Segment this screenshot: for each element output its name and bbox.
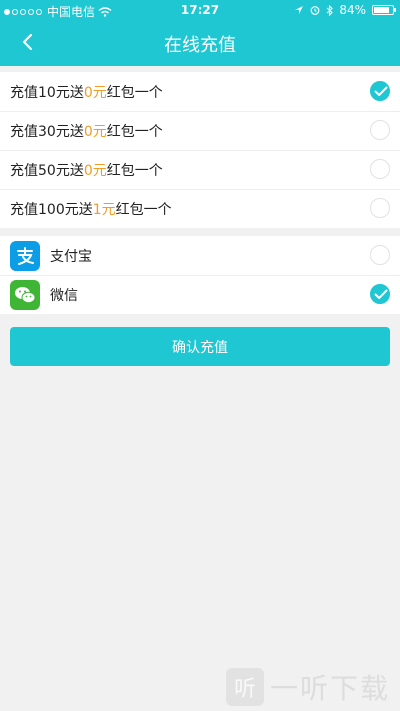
top-bar: 中国电信 17:27 84% 在线充值 <box>0 0 400 66</box>
recharge-option-10[interactable]: 充值10元送 0元 红包一个 <box>0 72 400 111</box>
option-text-post: 红包一个 <box>115 201 172 218</box>
option-text-post: 红包一个 <box>106 162 163 179</box>
status-bar: 中国电信 17:27 84% <box>0 0 400 20</box>
option-text-post: 红包一个 <box>106 84 163 101</box>
nav-bar: 在线充值 <box>0 20 400 64</box>
watermark-text: 一听下载 <box>269 672 390 705</box>
payment-label: 支付宝 <box>50 248 92 265</box>
recharge-option-100[interactable]: 充值100元送 1元 红包一个 <box>0 189 400 228</box>
option-text-pre: 充值100元送 <box>10 201 93 218</box>
battery-percent: 84% <box>339 3 366 17</box>
checkmark-icon[interactable] <box>370 81 390 101</box>
option-text-pre: 充值30元送 <box>10 123 84 140</box>
payment-wechat[interactable]: 微信 <box>0 275 400 314</box>
recharge-options: 充值10元送 0元 红包一个 充值30元送 0元 红包一个 充值50元送 0元 红包一个 充… <box>0 72 400 228</box>
watermark: 听 一听下载 <box>225 667 390 707</box>
checkmark-icon[interactable] <box>370 284 390 304</box>
battery-icon <box>372 5 396 15</box>
radio-circle-icon[interactable] <box>370 245 390 265</box>
option-bonus: 0元 <box>83 162 107 179</box>
alarm-icon <box>310 6 320 15</box>
watermark-logo: 听 <box>225 668 264 706</box>
option-bonus: 0元 <box>83 123 107 140</box>
alipay-icon <box>10 240 40 271</box>
radio-circle-icon[interactable] <box>370 120 390 140</box>
payment-alipay[interactable]: 支付宝 <box>0 236 400 275</box>
radio-circle-icon[interactable] <box>370 159 390 179</box>
wechat-icon <box>10 279 40 310</box>
radio-circle-icon[interactable] <box>370 198 390 218</box>
option-bonus: 0元 <box>83 84 107 101</box>
bluetooth-icon <box>326 4 334 16</box>
payment-methods: 支付宝 微信 <box>0 236 400 314</box>
location-icon <box>295 6 304 14</box>
option-bonus: 1元 <box>92 201 116 218</box>
payment-label: 微信 <box>50 287 78 304</box>
page-title: 在线充值 <box>164 35 236 56</box>
recharge-option-50[interactable]: 充值50元送 0元 红包一个 <box>0 150 400 189</box>
recharge-option-30[interactable]: 充值30元送 0元 红包一个 <box>0 111 400 150</box>
confirm-recharge-button[interactable]: 确认充值 <box>10 327 390 366</box>
option-text-pre: 充值10元送 <box>10 84 84 101</box>
option-text-post: 红包一个 <box>106 123 163 140</box>
option-text-pre: 充值50元送 <box>10 162 84 179</box>
